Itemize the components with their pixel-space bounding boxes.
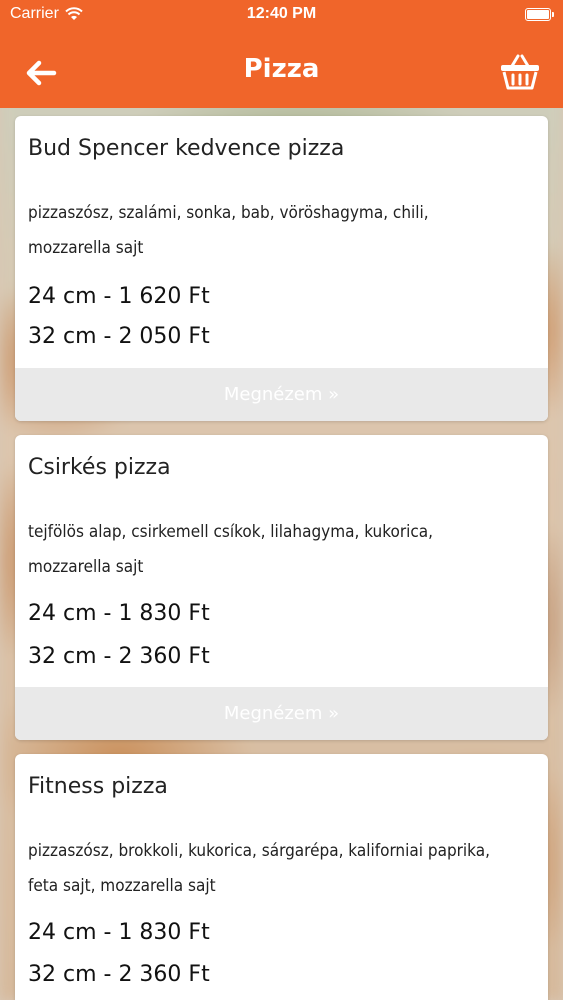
status-time: 12:40 PM xyxy=(246,5,317,22)
ingredients-line: mozzarella sajt xyxy=(28,557,144,577)
price-large: 32 cm - 2 360 Ft xyxy=(28,644,210,669)
ingredients-line: feta sajt, mozzarella sajt xyxy=(28,876,216,896)
status-bar: Carrier 12:40 PM xyxy=(0,0,563,30)
pizza-ingredients: pizzaszósz, brokkoli, kukorica, sárgarép… xyxy=(28,834,528,904)
pizza-name: Bud Spencer kedvence pizza xyxy=(28,136,345,161)
price-small: 24 cm - 1 830 Ft xyxy=(28,920,210,945)
pizza-name: Csirkés pizza xyxy=(28,455,171,480)
view-details-button[interactable]: Megnézem » xyxy=(15,687,548,740)
pizza-ingredients: tejfölös alap, csirkemell csíkok, lilaha… xyxy=(28,515,528,585)
ingredients-line: pizzaszósz, szalámi, sonka, bab, vörösha… xyxy=(28,203,429,223)
pizza-card: Bud Spencer kedvence pizza pizzaszósz, s… xyxy=(15,116,548,421)
price-large: 32 cm - 2 050 Ft xyxy=(28,324,210,349)
price-small: 24 cm - 1 830 Ft xyxy=(28,601,210,626)
price-small: 24 cm - 1 620 Ft xyxy=(28,284,210,309)
pizza-ingredients: pizzaszósz, szalámi, sonka, bab, vörösha… xyxy=(28,196,528,266)
pizza-card: Csirkés pizza tejfölös alap, csirkemell … xyxy=(15,435,548,740)
shopping-basket-icon[interactable] xyxy=(499,52,541,92)
view-details-button[interactable]: Megnézem » xyxy=(15,368,548,421)
battery-level xyxy=(527,10,549,19)
pizza-name: Fitness pizza xyxy=(28,774,168,799)
navigation-bar: Pizza xyxy=(0,30,563,108)
price-large: 32 cm - 2 360 Ft xyxy=(28,962,210,987)
page-title: Pizza xyxy=(243,54,320,84)
pizza-card: Fitness pizza pizzaszósz, brokkoli, kuko… xyxy=(15,754,548,1000)
ingredients-line: mozzarella sajt xyxy=(28,238,144,258)
ingredients-line: tejfölös alap, csirkemell csíkok, lilaha… xyxy=(28,522,434,542)
battery-icon xyxy=(525,8,554,21)
ingredients-line: pizzaszósz, brokkoli, kukorica, sárgarép… xyxy=(28,841,490,861)
